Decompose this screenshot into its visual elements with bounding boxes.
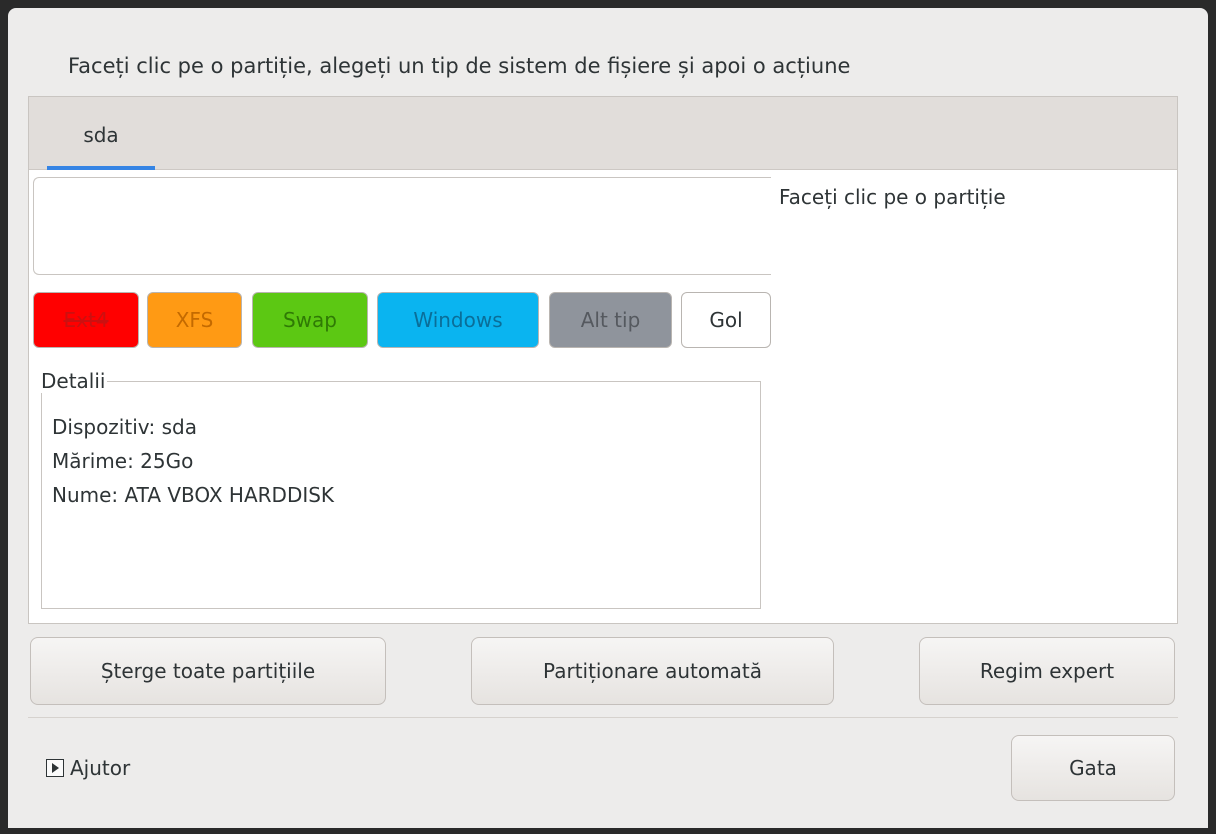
fs-ext4-label: Ext4 (63, 308, 109, 332)
fs-xfs-button[interactable]: XFS (147, 292, 242, 348)
details-size: Mărime: 25Go (52, 449, 194, 473)
details-device: Dispozitiv: sda (52, 415, 197, 439)
fs-other-button[interactable]: Alt tip (549, 292, 672, 348)
delete-all-label: Șterge toate partițiile (100, 659, 316, 683)
partition-hint: Faceți clic pe o partiție (779, 185, 1006, 209)
partitioning-dialog: Faceți clic pe o partiție, alegeți un ti… (8, 8, 1208, 828)
fs-ext4-button[interactable]: Ext4 (33, 292, 139, 348)
tab-label: sda (83, 123, 119, 147)
tab-sda[interactable]: sda (47, 97, 155, 170)
fs-windows-label: Windows (413, 308, 503, 332)
expert-mode-button[interactable]: Regim expert (919, 637, 1175, 705)
details-text: Dispozitiv: sda Mărime: 25Go Nume: ATA V… (52, 410, 334, 512)
details-frame: Dispozitiv: sda Mărime: 25Go Nume: ATA V… (41, 381, 761, 609)
expand-arrow-icon (46, 759, 64, 777)
help-expander[interactable]: Ajutor (46, 754, 130, 782)
partition-bar[interactable] (33, 177, 771, 275)
fs-windows-button[interactable]: Windows (377, 292, 539, 348)
active-tab-indicator (47, 166, 155, 170)
auto-partition-label: Partiționare automată (543, 659, 762, 683)
help-label: Ajutor (70, 756, 131, 780)
instruction-text: Faceți clic pe o partiție, alegeți un ti… (68, 54, 851, 78)
done-button[interactable]: Gata (1011, 735, 1175, 801)
details-legend: Detalii (41, 369, 108, 393)
tab-bar: sda (29, 97, 1177, 170)
fs-swap-label: Swap (282, 308, 337, 332)
fs-empty-label: Gol (709, 308, 743, 332)
details-name: Nume: ATA VBOX HARDDISK (52, 483, 335, 507)
done-label: Gata (1069, 756, 1117, 780)
fs-other-label: Alt tip (580, 308, 641, 332)
separator (28, 717, 1178, 718)
fs-xfs-label: XFS (175, 308, 214, 332)
disk-notebook: sda Faceți clic pe o partiție Ext4 XFS S… (28, 96, 1178, 624)
fs-empty-button[interactable]: Gol (681, 292, 771, 348)
auto-partition-button[interactable]: Partiționare automată (471, 637, 834, 705)
expert-mode-label: Regim expert (979, 659, 1115, 683)
fs-swap-button[interactable]: Swap (252, 292, 368, 348)
delete-all-partitions-button[interactable]: Șterge toate partițiile (30, 637, 386, 705)
